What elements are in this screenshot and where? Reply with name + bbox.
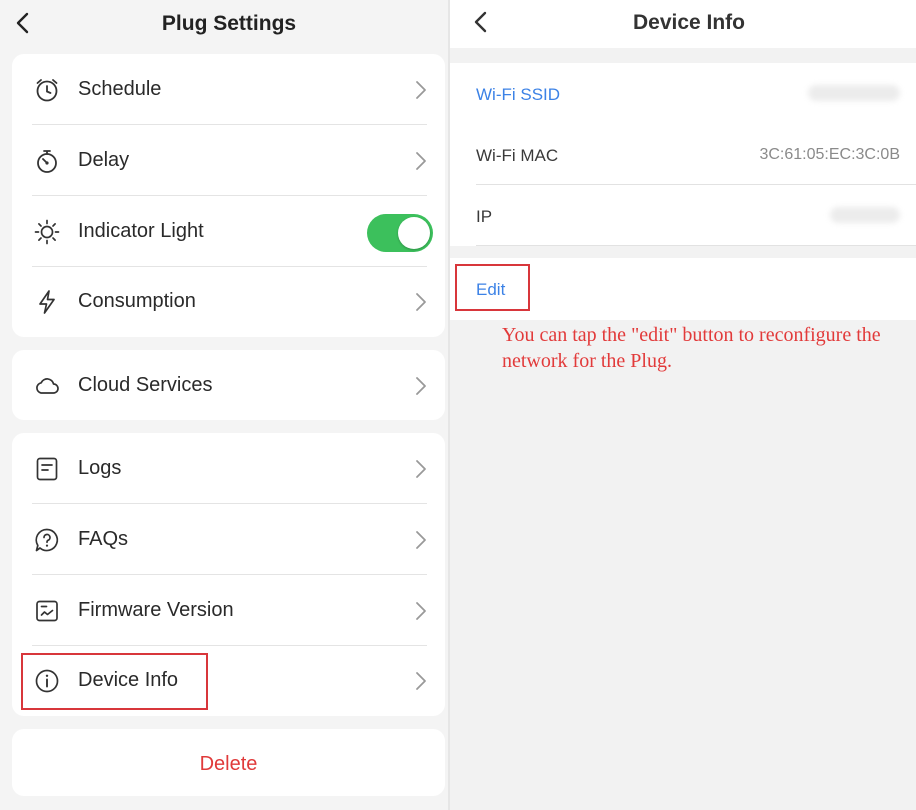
plug-settings-screen: Plug Settings Schedule Delay Indicator L…: [0, 0, 450, 810]
info-row-wifi-mac: Wi-Fi MAC 3C:61:05:EC:3C:0B: [450, 124, 916, 185]
page-title: Device Info: [632, 11, 746, 34]
settings-item-logs[interactable]: Logs: [12, 433, 445, 503]
settings-item-schedule[interactable]: Schedule: [12, 54, 445, 124]
settings-item-consumption[interactable]: Consumption: [12, 266, 445, 336]
chevron-right-icon: [415, 601, 427, 621]
hidden-value: [808, 85, 900, 101]
info-key: Wi-Fi MAC: [476, 146, 559, 165]
chevron-right-icon: [415, 671, 427, 691]
info-key: IP: [476, 207, 493, 226]
chevron-right-icon: [415, 376, 427, 396]
delete-label: Delete: [199, 753, 258, 775]
settings-item-label: Consumption: [78, 290, 196, 312]
chevron-right-icon: [415, 459, 427, 479]
chevron-right-icon: [415, 151, 427, 171]
device-info-header: Device Info: [450, 0, 916, 48]
settings-group-cloud: Cloud Services: [12, 350, 445, 420]
settings-item-indicator-light: Indicator Light: [12, 196, 445, 266]
indicator-light-toggle[interactable]: [367, 214, 433, 252]
chevron-right-icon: [415, 530, 427, 550]
settings-item-delay[interactable]: Delay: [12, 125, 445, 195]
lightning-icon: [34, 289, 60, 315]
hidden-value: [830, 207, 900, 223]
edit-highlight-box: [455, 264, 530, 311]
info-value: 3C:61:05:EC:3C:0B: [759, 146, 900, 163]
timer-icon: [34, 148, 60, 174]
settings-item-faqs[interactable]: FAQs: [12, 504, 445, 574]
settings-item-label: Indicator Light: [78, 220, 204, 242]
info-key: Wi-Fi SSID: [476, 85, 561, 104]
delete-button[interactable]: Delete: [12, 729, 445, 796]
settings-item-firmware-version[interactable]: Firmware Version: [12, 575, 445, 645]
settings-item-label: Logs: [78, 457, 122, 479]
firmware-icon: [34, 598, 60, 624]
question-bubble-icon: [34, 527, 60, 553]
page-title: Plug Settings: [161, 12, 297, 35]
settings-item-label: Delay: [78, 149, 130, 171]
document-icon: [34, 456, 60, 482]
settings-item-label: FAQs: [78, 528, 129, 550]
settings-item-label: Firmware Version: [78, 599, 234, 621]
annotation-note: You can tap the "edit" button to reconfi…: [502, 324, 881, 372]
device-info-highlight-box: [21, 653, 208, 710]
settings-group-device-control: Schedule Delay Indicator Light Consumpti…: [12, 54, 445, 337]
chevron-right-icon: [415, 292, 427, 312]
chevron-right-icon: [415, 80, 427, 100]
info-row-wifi-ssid: Wi-Fi SSID: [450, 63, 916, 124]
divider: [476, 245, 916, 246]
sun-icon: [34, 219, 60, 245]
plug-settings-header: Plug Settings: [0, 0, 450, 50]
settings-item-label: Cloud Services: [78, 374, 213, 396]
settings-item-label: Schedule: [78, 78, 162, 100]
info-row-ip: IP: [450, 185, 916, 246]
toggle-knob: [398, 217, 430, 249]
device-info-list: Wi-Fi SSID Wi-Fi MAC 3C:61:05:EC:3C:0B I…: [450, 63, 916, 246]
settings-item-cloud-services[interactable]: Cloud Services: [12, 350, 445, 420]
device-info-screen: Device Info Wi-Fi SSID Wi-Fi MAC 3C:61:0…: [450, 0, 916, 810]
cloud-icon: [34, 373, 60, 399]
clock-icon: [34, 77, 60, 103]
